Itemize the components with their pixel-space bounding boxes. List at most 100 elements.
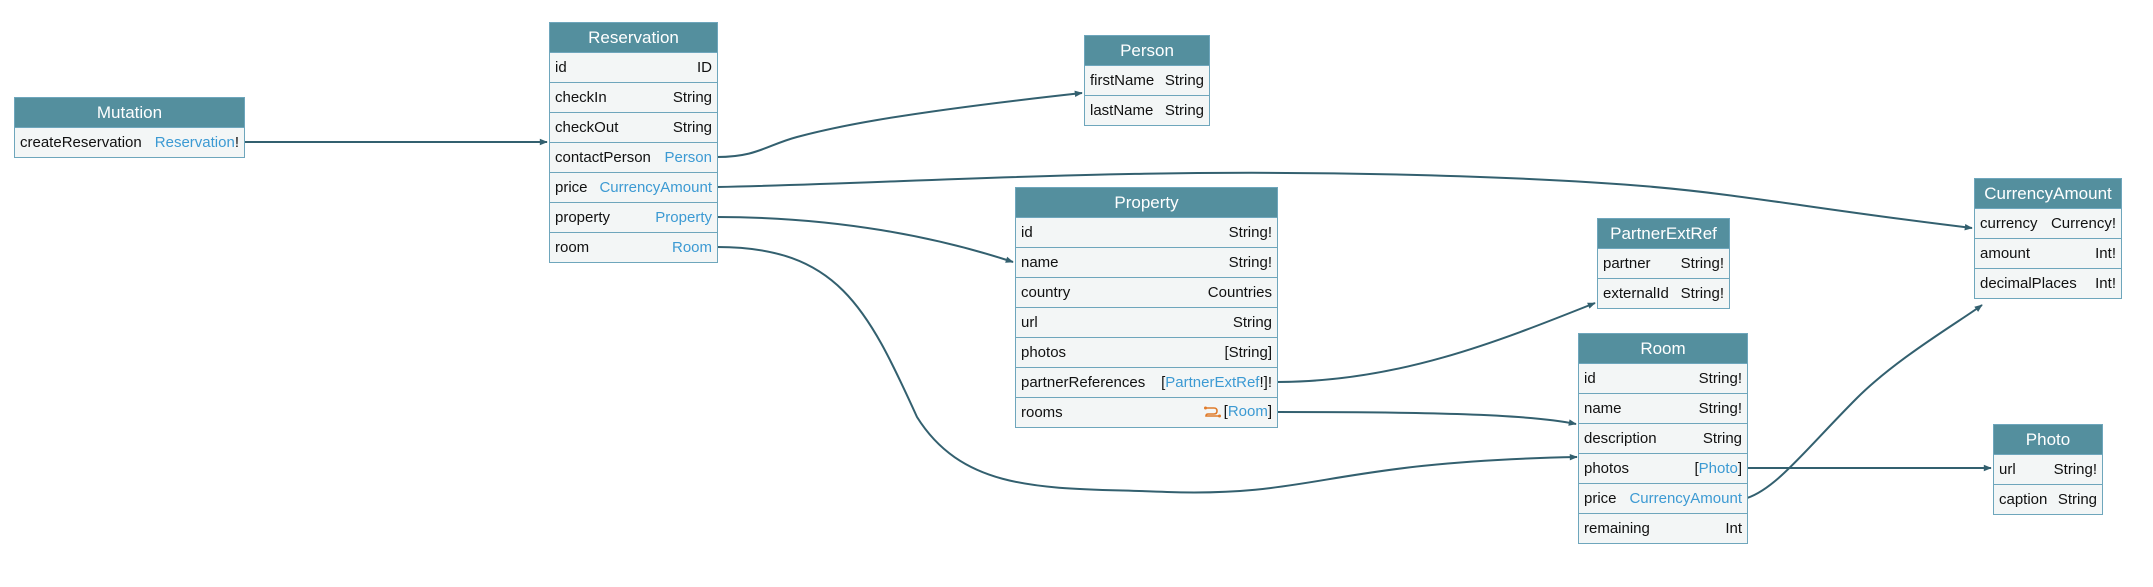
- field-row-property[interactable]: property Property: [550, 202, 717, 232]
- field-type: Int!: [2095, 275, 2116, 292]
- field-row-partner[interactable]: partner String!: [1598, 248, 1729, 278]
- field-name: lastName: [1090, 102, 1154, 119]
- field-type: String: [1165, 102, 1204, 119]
- type-link[interactable]: Property: [655, 209, 712, 226]
- type-suffix: ]: [1737, 460, 1742, 477]
- field-type: String!: [1229, 224, 1272, 241]
- field-row-partner-references[interactable]: partnerReferences [PartnerExtRef!]!: [1016, 367, 1277, 397]
- field-name: name: [1584, 400, 1622, 417]
- edge-reservation-contact-person-to-person: [716, 90, 1083, 158]
- field-type: String!: [2054, 461, 2097, 478]
- field-type: String: [2058, 491, 2097, 508]
- field-name: checkIn: [555, 89, 607, 106]
- field-name: photos: [1584, 460, 1630, 477]
- field-row-remaining[interactable]: remaining Int: [1579, 513, 1747, 543]
- field-name: id: [555, 59, 567, 76]
- field-row-amount[interactable]: amount Int!: [1975, 238, 2121, 268]
- field-type: [String]: [1224, 344, 1272, 361]
- field-row-rooms[interactable]: rooms [Room]: [1016, 397, 1277, 427]
- node-title: Room: [1579, 334, 1747, 363]
- node-currency-amount[interactable]: CurrencyAmount currency Currency! amount Int…: [1974, 178, 2122, 299]
- node-photo[interactable]: Photo url String! caption String: [1993, 424, 2103, 515]
- type-link[interactable]: CurrencyAmount: [1629, 490, 1742, 507]
- field-row-contact-person[interactable]: contactPerson Person: [550, 142, 717, 172]
- type-name: [String]: [1224, 344, 1272, 361]
- edge-reservation-price-to-currency-amount: [716, 171, 1973, 231]
- type-link[interactable]: CurrencyAmount: [599, 179, 712, 196]
- field-row-room[interactable]: room Room: [550, 232, 717, 262]
- field-name: property: [555, 209, 611, 226]
- edge-property-rooms-to-room: [1276, 411, 1577, 426]
- type-name: String: [1164, 102, 1204, 119]
- field-row-price[interactable]: price CurrencyAmount: [550, 172, 717, 202]
- field-type: String: [1703, 430, 1742, 447]
- type-link[interactable]: Room: [1228, 403, 1268, 420]
- edge-reservation-property-to-property: [716, 216, 1014, 263]
- field-row-id[interactable]: id String!: [1579, 363, 1747, 393]
- field-type: CurrencyAmount: [1629, 490, 1742, 507]
- field-type: Countries: [1208, 284, 1272, 301]
- field-row-name[interactable]: name String!: [1016, 247, 1277, 277]
- type-name: ID: [697, 59, 712, 76]
- field-row-url[interactable]: url String: [1016, 307, 1277, 337]
- node-property[interactable]: Property id String! name String! country Count…: [1015, 187, 1278, 428]
- node-mutation[interactable]: Mutation createReservation Reservation!: [14, 97, 245, 158]
- field-row-photos[interactable]: photos [Photo]: [1579, 453, 1747, 483]
- field-row-currency[interactable]: currency Currency!: [1975, 208, 2121, 238]
- field-row-description[interactable]: description String: [1579, 423, 1747, 453]
- type-suffix: !]!: [1259, 374, 1272, 391]
- field-row-check-in[interactable]: checkIn String: [550, 82, 717, 112]
- field-row-create-reservation[interactable]: createReservation Reservation!: [15, 127, 244, 157]
- type-name: String: [1164, 72, 1204, 89]
- field-row-id[interactable]: id ID: [550, 52, 717, 82]
- field-name: price: [555, 179, 588, 196]
- field-row-name[interactable]: name String!: [1579, 393, 1747, 423]
- field-name: remaining: [1584, 520, 1650, 537]
- field-name: url: [1999, 461, 2016, 478]
- type-link[interactable]: Person: [664, 149, 712, 166]
- node-partner-ext-ref[interactable]: PartnerExtRef partner String! externalId Str…: [1597, 218, 1730, 309]
- field-row-country[interactable]: country Countries: [1016, 277, 1277, 307]
- field-row-price[interactable]: price CurrencyAmount: [1579, 483, 1747, 513]
- node-person[interactable]: Person firstName String lastName String: [1084, 35, 1210, 126]
- field-name: id: [1584, 370, 1596, 387]
- field-type: String: [1165, 72, 1204, 89]
- node-reservation[interactable]: Reservation id ID checkIn String checkOut Stri…: [549, 22, 718, 263]
- node-title: Person: [1085, 36, 1209, 65]
- type-name: String!: [1228, 224, 1272, 241]
- field-row-caption[interactable]: caption String: [1994, 484, 2102, 514]
- field-type: [PartnerExtRef!]!: [1161, 374, 1272, 391]
- field-row-id[interactable]: id String!: [1016, 217, 1277, 247]
- type-name: Countries: [1207, 284, 1272, 301]
- field-type: ID: [697, 59, 712, 76]
- field-type: CurrencyAmount: [599, 179, 712, 196]
- field-row-external-id[interactable]: externalId String!: [1598, 278, 1729, 308]
- edge-room-price-to-currency-amount: [1746, 304, 1983, 499]
- type-name: String: [2057, 491, 2097, 508]
- field-name: partner: [1603, 255, 1651, 272]
- field-name: createReservation: [20, 134, 142, 151]
- field-name: description: [1584, 430, 1657, 447]
- type-link[interactable]: PartnerExtRef: [1165, 374, 1259, 391]
- type-link[interactable]: Reservation: [155, 134, 235, 151]
- type-name: String!: [1698, 400, 1742, 417]
- field-name: price: [1584, 490, 1617, 507]
- field-row-decimal-places[interactable]: decimalPlaces Int!: [1975, 268, 2121, 298]
- type-name: Int: [1725, 520, 1742, 537]
- type-link[interactable]: Room: [672, 239, 712, 256]
- type-name: String!: [1228, 254, 1272, 271]
- field-row-url[interactable]: url String!: [1994, 454, 2102, 484]
- field-row-photos[interactable]: photos [String]: [1016, 337, 1277, 367]
- field-row-first-name[interactable]: firstName String: [1085, 65, 1209, 95]
- field-row-check-out[interactable]: checkOut String: [550, 112, 717, 142]
- field-type: Currency!: [2051, 215, 2116, 232]
- field-name: firstName: [1090, 72, 1155, 89]
- field-type: [Photo]: [1694, 460, 1742, 477]
- field-type: String: [1233, 314, 1272, 331]
- node-room[interactable]: Room id String! name String! description Strin…: [1578, 333, 1748, 544]
- field-row-last-name[interactable]: lastName String: [1085, 95, 1209, 125]
- node-title: Property: [1016, 188, 1277, 217]
- field-name: externalId: [1603, 285, 1669, 302]
- field-name: rooms: [1021, 404, 1063, 421]
- type-link[interactable]: Photo: [1699, 460, 1738, 477]
